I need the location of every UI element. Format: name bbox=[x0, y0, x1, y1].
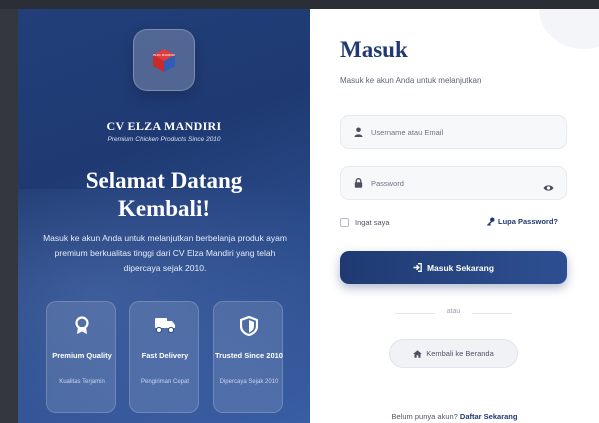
remember-checkbox[interactable] bbox=[340, 218, 349, 227]
key-icon bbox=[487, 217, 495, 226]
login-subtitle: Masuk ke akun Anda untuk melanjutkan bbox=[340, 76, 482, 85]
browser-frame: ELZA MANDIRI CV ELZA MANDIRI Premium Chi… bbox=[0, 0, 599, 423]
welcome-description: Masuk ke akun Anda untuk melanjutkan ber… bbox=[43, 233, 287, 273]
signup-link[interactable]: Daftar Sekarang bbox=[460, 412, 518, 421]
feature-card-trusted: Trusted Since 2010 Dipercaya Sejak 2010 bbox=[213, 301, 283, 413]
feature-card-premium: Premium Quality Kualitas Terjamin bbox=[46, 301, 116, 413]
logo-text: ELZA MANDIRI bbox=[153, 53, 175, 57]
feature-subtitle: Dipercaya Sejak 2010 bbox=[219, 379, 279, 385]
password-field[interactable]: Password bbox=[340, 166, 567, 200]
company-logo: ELZA MANDIRI bbox=[133, 29, 195, 91]
login-submit-label: Masuk Sekarang bbox=[426, 262, 495, 273]
forgot-password-link[interactable]: Lupa Password? bbox=[486, 217, 558, 226]
username-placeholder: Username atau Email bbox=[371, 127, 444, 137]
feature-card-delivery: Fast Delivery Pengiriman Cepat bbox=[129, 301, 199, 413]
cube-logo-icon: ELZA MANDIRI bbox=[153, 49, 175, 72]
back-home-button[interactable]: Kembali ke Beranda bbox=[389, 339, 518, 368]
forgot-password-label: Lupa Password? bbox=[498, 217, 559, 226]
lock-icon bbox=[353, 178, 363, 188]
eye-icon[interactable] bbox=[543, 179, 554, 197]
company-name: CV ELZA MANDIRI bbox=[106, 119, 222, 133]
signup-prompt: Belum punya akun? bbox=[391, 412, 458, 421]
decorative-blob bbox=[539, 9, 599, 49]
divider: atau bbox=[395, 308, 512, 318]
user-icon bbox=[353, 127, 363, 137]
home-icon bbox=[413, 349, 423, 358]
password-placeholder: Password bbox=[371, 178, 404, 188]
back-home-label: Kembali ke Beranda bbox=[426, 349, 494, 358]
feature-subtitle: Pengiriman Cepat bbox=[140, 379, 190, 385]
remember-label: Ingat saya bbox=[355, 218, 390, 227]
welcome-panel: ELZA MANDIRI CV ELZA MANDIRI Premium Chi… bbox=[18, 9, 310, 423]
company-tagline: Premium Chicken Products Since 2010 bbox=[107, 136, 221, 143]
feature-title: Trusted Since 2010 bbox=[215, 351, 283, 360]
signup-row: Belum punya akun? Daftar Sekarang bbox=[310, 412, 599, 421]
remember-me[interactable]: Ingat saya bbox=[340, 218, 390, 227]
sign-in-icon bbox=[413, 263, 422, 272]
login-panel: Masuk Masuk ke akun Anda untuk melanjutk… bbox=[310, 9, 599, 423]
username-field[interactable]: Username atau Email bbox=[340, 115, 567, 149]
divider-line-right bbox=[472, 313, 512, 314]
shield-icon bbox=[214, 316, 284, 338]
feature-title: Premium Quality bbox=[52, 351, 112, 360]
window-top-bar bbox=[0, 0, 599, 9]
welcome-heading: Selamat Datang Kembali! bbox=[85, 168, 243, 221]
award-icon bbox=[47, 316, 117, 338]
feature-title: Fast Delivery bbox=[141, 351, 189, 360]
feature-subtitle: Kualitas Terjamin bbox=[59, 379, 105, 385]
truck-icon bbox=[130, 316, 200, 338]
login-submit-button[interactable]: Masuk Sekarang bbox=[340, 251, 567, 284]
login-title: Masuk bbox=[340, 37, 408, 62]
